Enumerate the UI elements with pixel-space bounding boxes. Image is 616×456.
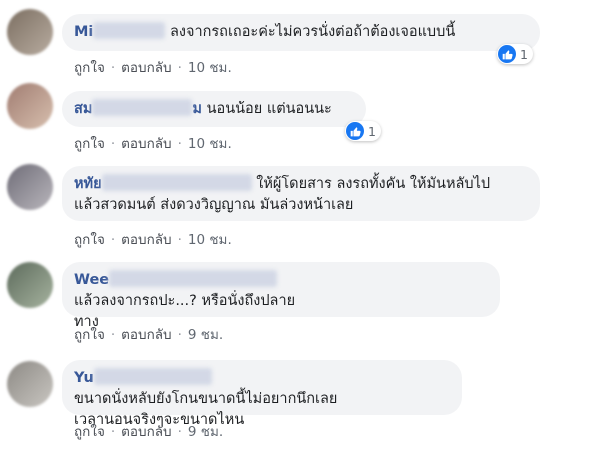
reply-link[interactable]: ตอบกลับ: [121, 60, 171, 76]
comment-actions: ถูกใจ · ตอบกลับ · 9 ชม.: [74, 323, 223, 345]
comment-time[interactable]: 10 ชม.: [188, 136, 232, 152]
comment-actions: ถูกใจ · ตอบกลับ · 10 ชม.: [74, 132, 232, 154]
reaction-number: 1: [520, 46, 528, 62]
separator-dot: ·: [177, 327, 182, 343]
reply-link[interactable]: ตอบกลับ: [121, 136, 171, 152]
redacted-name: [101, 174, 252, 191]
comment-author[interactable]: สม: [74, 101, 92, 117]
redacted-name: [93, 368, 212, 385]
comment-bubble: Mi ลงจากรถเถอะค่ะไม่ควรนั่งต่อถ้าต้องเจอ…: [62, 14, 540, 51]
comment-bubble: Yu ขนาดนั่งหลับยังโกนขนาดนี้ไม่อยากนึกเล…: [62, 360, 462, 428]
like-link[interactable]: ถูกใจ: [74, 232, 105, 248]
reply-link[interactable]: ตอบกลับ: [121, 424, 171, 440]
comment-time[interactable]: 10 ชม.: [188, 232, 232, 248]
comment-author[interactable]: Mi: [74, 24, 93, 40]
like-link[interactable]: ถูกใจ: [74, 327, 105, 343]
comment-bubble: หทัย ให้ผู้โดยสาร ลงรถทั้งคัน ให้มันหลับ…: [62, 166, 540, 221]
separator-dot: ·: [177, 232, 182, 248]
like-reaction-icon: [498, 45, 516, 63]
redacted-name: [109, 270, 278, 287]
reaction-number: 1: [368, 123, 376, 139]
comment-text: ให้ผู้โดยสาร ลงรถทั้งคัน ให้มันหลับไป: [256, 176, 491, 192]
comment-author[interactable]: หทัย: [74, 176, 102, 192]
comment-actions: ถูกใจ · ตอบกลับ · 10 ชม.: [74, 228, 232, 250]
separator-dot: ·: [110, 60, 116, 76]
separator-dot: ·: [110, 424, 116, 440]
comment-text: แล้วลงจากรถปะ...? หรือนั่งถึงปลาย: [74, 293, 296, 309]
reply-link[interactable]: ตอบกลับ: [121, 232, 171, 248]
comment-text: ขนาดนั่งหลับยังโกนขนาดนี้ไม่อยากนึกเลย: [74, 391, 338, 407]
avatar[interactable]: [7, 83, 53, 129]
comment-actions: ถูกใจ · ตอบกลับ · 10 ชม.: [74, 56, 232, 78]
separator-dot: ·: [177, 136, 182, 152]
separator-dot: ·: [177, 424, 182, 440]
redacted-name: [92, 99, 193, 116]
separator-dot: ·: [110, 327, 116, 343]
avatar[interactable]: [7, 262, 53, 308]
avatar[interactable]: [7, 361, 53, 407]
reaction-count[interactable]: 1: [497, 44, 533, 64]
comment-time[interactable]: 9 ชม.: [188, 327, 223, 343]
comment-bubble: สม ม นอนน้อย แต่นอนนะ: [62, 91, 366, 127]
comment-time[interactable]: 9 ชม.: [188, 424, 223, 440]
comment-bubble: Wee แล้วลงจากรถปะ...? หรือนั่งถึงปลาย ทา…: [62, 262, 500, 330]
separator-dot: ·: [110, 136, 116, 152]
redacted-name: [93, 22, 166, 39]
separator-dot: ·: [110, 232, 116, 248]
comment-author[interactable]: Wee: [74, 272, 109, 288]
like-link[interactable]: ถูกใจ: [74, 424, 105, 440]
avatar[interactable]: [7, 164, 53, 210]
reaction-count[interactable]: 1: [345, 121, 381, 141]
comment-text: แล้วสวดมนต์ ส่งดวงวิญญาณ มันล่วงหน้าเลย: [74, 197, 354, 213]
separator-dot: ·: [177, 60, 182, 76]
comment-actions: ถูกใจ · ตอบกลับ · 9 ชม.: [74, 420, 223, 442]
comment-author-suffix[interactable]: ม: [192, 101, 202, 117]
comment-time[interactable]: 10 ชม.: [188, 60, 232, 76]
comment-text: ลงจากรถเถอะค่ะไม่ควรนั่งต่อถ้าต้องเจอแบบ…: [170, 24, 456, 40]
reply-link[interactable]: ตอบกลับ: [121, 327, 171, 343]
comment-text: นอนน้อย แต่นอนนะ: [206, 101, 332, 117]
like-reaction-icon: [346, 122, 364, 140]
comment-author[interactable]: Yu: [74, 370, 94, 386]
avatar[interactable]: [7, 9, 53, 55]
like-link[interactable]: ถูกใจ: [74, 136, 105, 152]
like-link[interactable]: ถูกใจ: [74, 60, 105, 76]
